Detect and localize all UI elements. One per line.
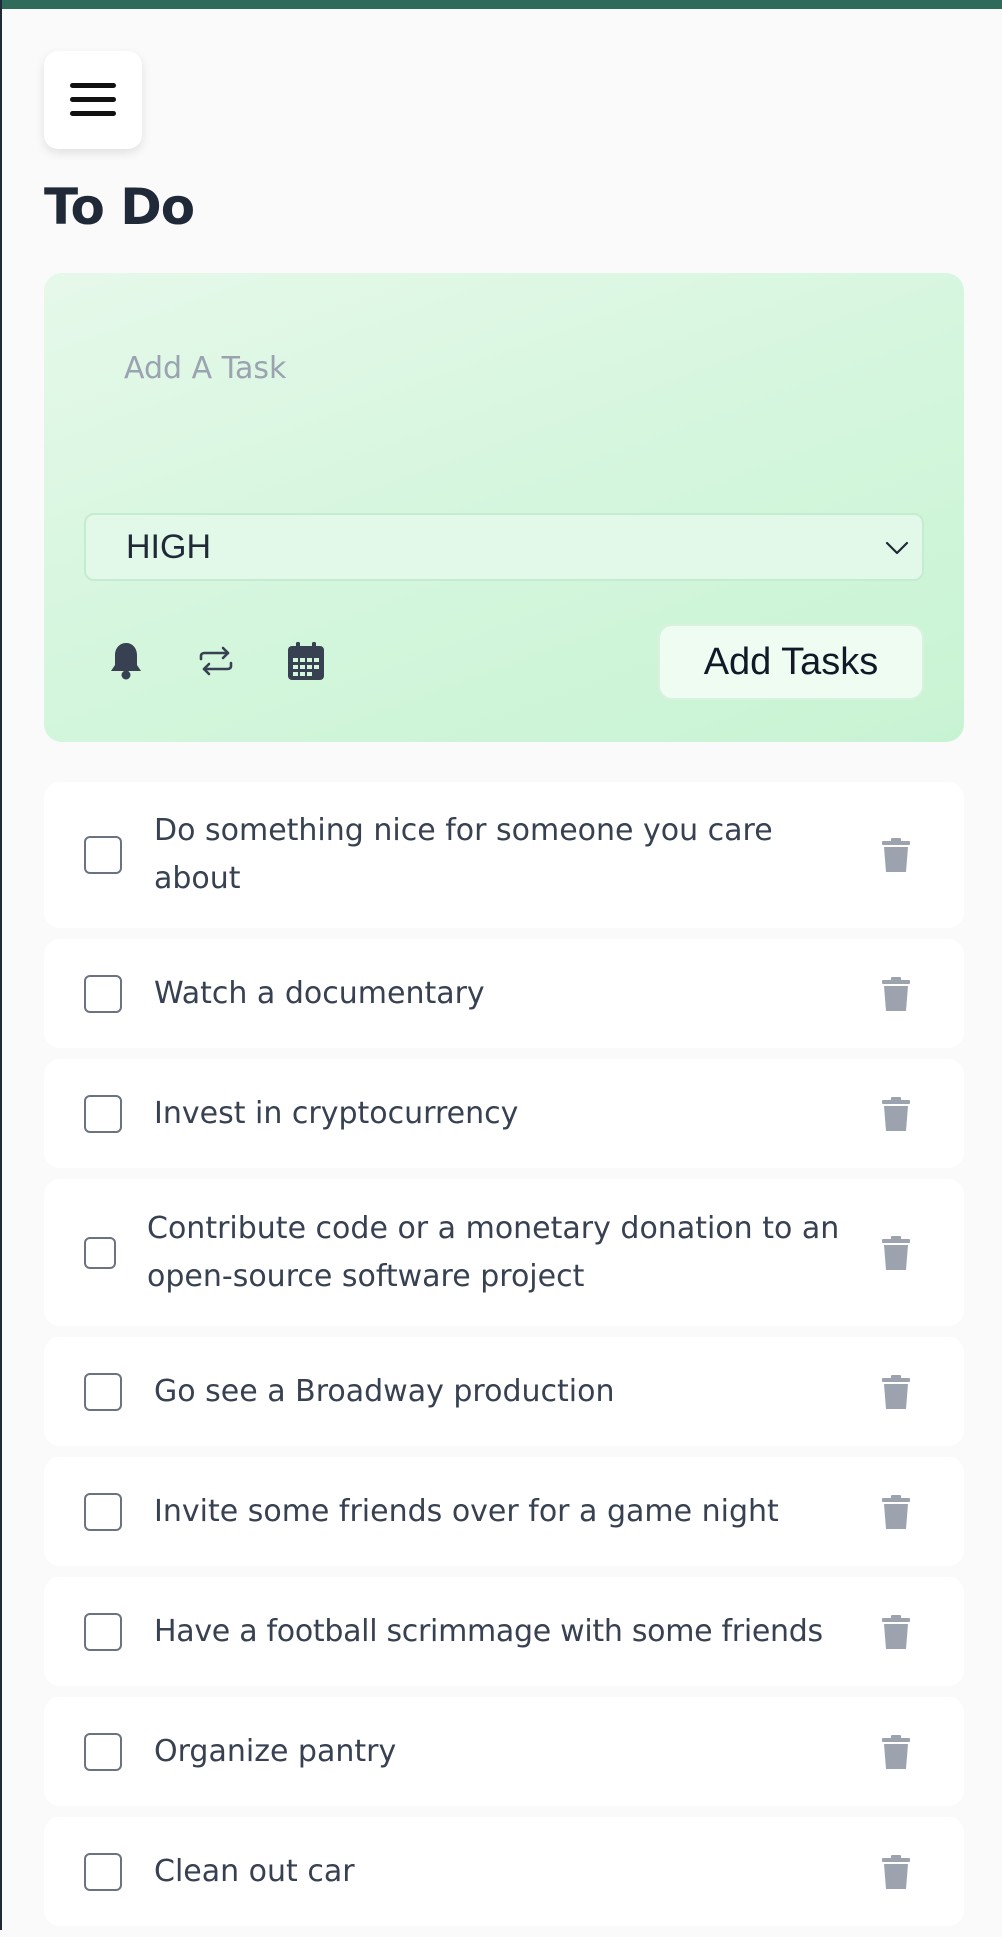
page-title: To Do [44,178,195,236]
task-text: Contribute code or a monetary donation t… [147,1210,840,1294]
task-item: Clean out car [44,1817,964,1926]
trash-icon[interactable] [882,1494,910,1529]
add-task-input[interactable] [84,313,924,423]
trash-icon[interactable] [882,1854,910,1889]
bell-icon [111,643,141,680]
trash-icon[interactable] [882,1235,910,1270]
trash-icon[interactable] [882,1374,910,1409]
due-date-button[interactable] [284,639,328,683]
task-checkbox[interactable] [84,1732,122,1771]
task-item: Organize pantry [44,1697,964,1806]
task-checkbox[interactable] [84,1236,116,1269]
task-text: Do something nice for someone you care a… [154,813,773,896]
task-checkbox[interactable] [84,1372,122,1411]
task-checkbox[interactable] [84,974,122,1013]
task-checkbox[interactable] [84,1094,122,1133]
task-text: Watch a documentary [154,975,485,1011]
task-item: Invest in cryptocurrency [44,1059,964,1168]
task-text: Organize pantry [154,1733,397,1769]
task-item: Contribute code or a monetary donation t… [44,1179,964,1326]
task-item: Watch a documentary [44,939,964,1048]
task-item: Invite some friends over for a game nigh… [44,1457,964,1566]
task-list: Do something nice for someone you care a… [44,782,964,1937]
add-tasks-button[interactable]: Add Tasks [658,624,924,700]
trash-icon[interactable] [882,1614,910,1649]
top-accent-bar [2,0,1002,9]
task-text: Have a football scrimmage with some frie… [154,1613,823,1649]
task-text: Invest in cryptocurrency [154,1095,519,1131]
repeat-button[interactable] [194,639,238,683]
trash-icon[interactable] [882,976,910,1011]
task-checkbox[interactable] [84,1852,122,1891]
trash-icon[interactable] [882,1096,910,1131]
task-text: Clean out car [154,1853,355,1889]
task-checkbox[interactable] [84,1492,122,1531]
trash-icon[interactable] [882,1734,910,1769]
reminder-button[interactable] [104,639,148,683]
hamburger-menu-icon [70,83,116,116]
chevron-down-icon [885,541,909,555]
priority-select[interactable]: HIGH [84,513,924,581]
add-task-panel: HIGH [44,273,964,742]
repeat-icon [199,646,233,676]
priority-selected-value: HIGH [126,527,211,566]
menu-button[interactable] [44,51,142,149]
calendar-icon [288,642,324,680]
task-text: Go see a Broadway production [154,1373,615,1409]
task-checkbox[interactable] [84,836,122,874]
task-item: Go see a Broadway production [44,1337,964,1446]
trash-icon[interactable] [882,838,910,872]
task-item: Have a football scrimmage with some frie… [44,1577,964,1686]
task-item: Do something nice for someone you care a… [44,782,964,928]
task-checkbox[interactable] [84,1612,122,1651]
task-text: Invite some friends over for a game nigh… [154,1493,779,1529]
